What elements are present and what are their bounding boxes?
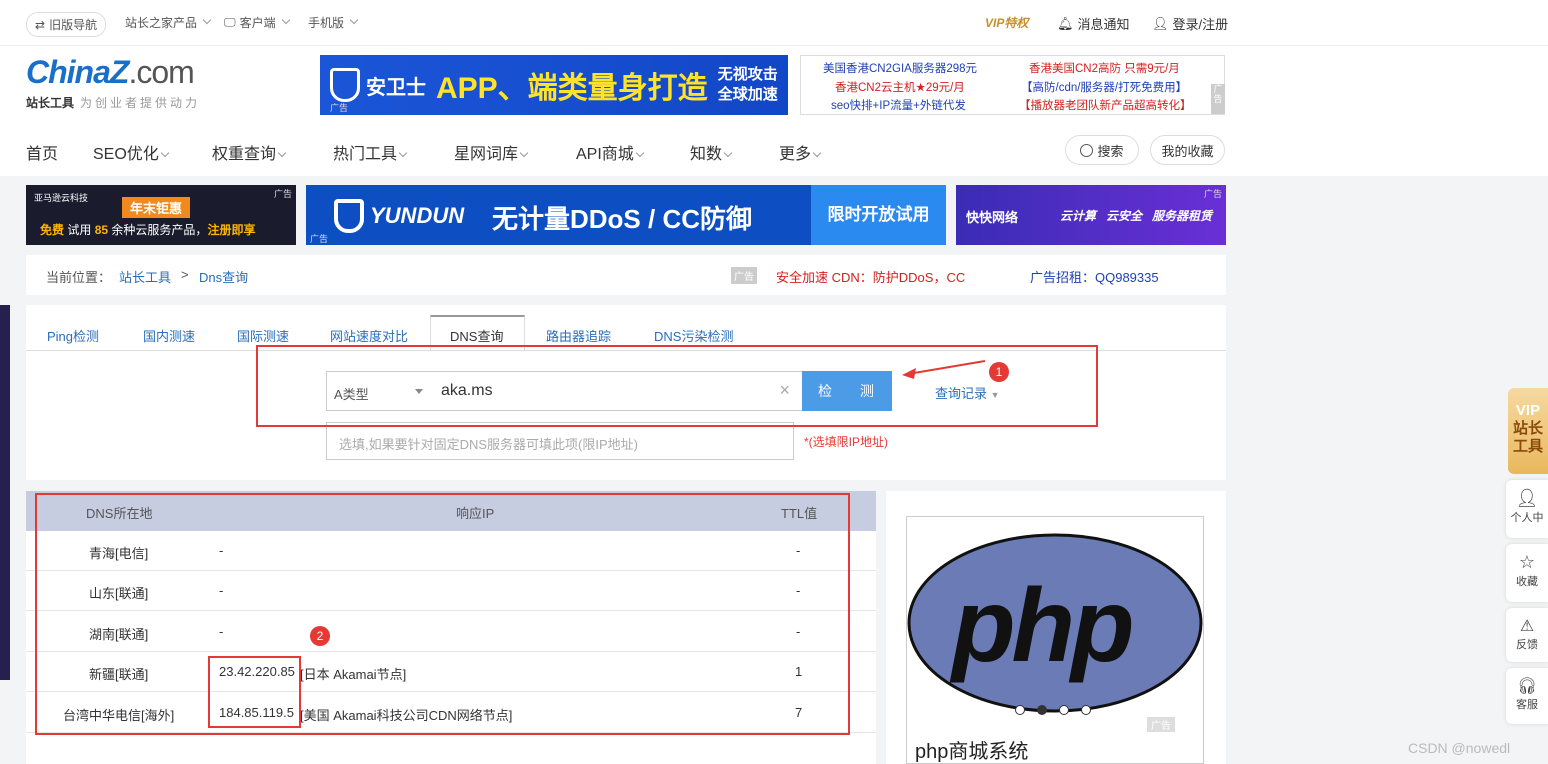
nav-home[interactable]: 首页 bbox=[26, 140, 58, 164]
products-menu[interactable]: 站长之家产品 bbox=[125, 14, 212, 31]
mobile-menu[interactable]: 手机版 bbox=[308, 14, 359, 31]
chevron-down-icon bbox=[277, 148, 287, 158]
banner-aws[interactable]: 亚马逊云科技 年末钜惠 免费 试用 85 余种云服务产品，注册即享 广告 bbox=[26, 185, 296, 245]
annotation-badge-1: 1 bbox=[989, 362, 1009, 382]
login-link[interactable]: 👤︎ 登录/注册 bbox=[1152, 14, 1228, 33]
nav-api[interactable]: API商城 bbox=[576, 140, 645, 164]
nav-seo[interactable]: SEO优化 bbox=[93, 140, 170, 164]
carousel-dots[interactable] bbox=[1015, 705, 1091, 715]
dns-server-input[interactable]: 选填,如果要针对固定DNS服务器可填此项(限IP地址) bbox=[326, 422, 794, 460]
old-nav-button[interactable]: ⇄ 旧版导航 bbox=[26, 12, 107, 37]
alert-icon: ⚠︎ bbox=[1519, 618, 1535, 635]
nav-zhishu[interactable]: 知数 bbox=[690, 140, 733, 164]
search-icon bbox=[1080, 143, 1094, 157]
side-ad-caption: php商城系统 bbox=[915, 741, 1029, 763]
cdn-ad-link[interactable]: 安全加速 CDN：防护DDoS，CC bbox=[776, 267, 965, 286]
chevron-down-icon bbox=[723, 148, 733, 158]
chevron-down-icon bbox=[281, 15, 290, 24]
annotation-box-ip bbox=[208, 656, 301, 728]
text-ad-6[interactable]: 【播放器老团队新产品超高转化】 bbox=[1019, 97, 1192, 113]
chevron-down-icon bbox=[202, 15, 212, 24]
star-icon: ☆ bbox=[1518, 552, 1536, 572]
site-logo[interactable]: ChinaZ.com bbox=[26, 54, 195, 91]
vip-link[interactable]: VIP特权 bbox=[985, 14, 1028, 31]
arrow-annotation-icon bbox=[902, 360, 986, 379]
nav-words[interactable]: 星网词库 bbox=[454, 140, 529, 164]
feedback-button[interactable]: ⚠︎ 反馈 bbox=[1506, 608, 1548, 662]
swap-icon: ⇄ bbox=[35, 17, 46, 32]
chevron-down-icon bbox=[519, 148, 529, 158]
client-menu[interactable]: 🖵 客户端 bbox=[224, 14, 290, 31]
tab-domestic-speed[interactable]: 国内测速 bbox=[143, 326, 195, 345]
nav-weight[interactable]: 权重查询 bbox=[212, 140, 287, 164]
text-ad-2[interactable]: 香港美国CN2高防 只需9元/月 bbox=[1029, 60, 1180, 76]
annotation-badge-2: 2 bbox=[310, 626, 330, 646]
tab-ping[interactable]: Ping检测 bbox=[47, 326, 99, 345]
annotation-box-2 bbox=[35, 493, 850, 735]
recruit-ad-link[interactable]: 广告招租：QQ989335 bbox=[1030, 267, 1159, 286]
notify-link[interactable]: 🔔︎ 消息通知 bbox=[1057, 14, 1130, 33]
favorite-button[interactable]: ☆ 收藏 bbox=[1506, 544, 1548, 602]
tab-traceroute[interactable]: 路由器追踪 bbox=[546, 326, 611, 345]
user-icon: 👤︎ bbox=[1152, 15, 1169, 31]
banner-yundun[interactable]: YUNDUN 无计量DDoS / CC防御 限时开放试用 广告 bbox=[306, 185, 946, 245]
left-ad-strip bbox=[0, 305, 10, 680]
personal-center-button[interactable]: 👤︎ 个人中 bbox=[1506, 480, 1548, 538]
text-ad-3[interactable]: 香港CN2云主机★29元/月 bbox=[835, 79, 965, 95]
tab-speed-compare[interactable]: 网站速度对比 bbox=[330, 326, 408, 345]
chevron-down-icon bbox=[812, 148, 822, 158]
logo-tagline: 站长工具 为创业者提供动力 bbox=[26, 96, 201, 110]
favorites-button[interactable]: 我的收藏 bbox=[1150, 135, 1225, 165]
text-ad-1[interactable]: 美国香港CN2GIA服务器298元 bbox=[823, 60, 977, 76]
bell-icon: 🔔︎ bbox=[1057, 15, 1074, 31]
text-ad-5[interactable]: seo快排+IP流量+外链代发 bbox=[831, 97, 966, 113]
chevron-down-icon bbox=[160, 148, 170, 158]
dns-hint: *(选填限IP地址) bbox=[804, 435, 889, 449]
tab-dns-query[interactable]: DNS查询 bbox=[450, 326, 503, 345]
chevron-down-icon bbox=[349, 15, 359, 24]
watermark: CSDN @nowedl bbox=[1408, 740, 1511, 756]
side-ad[interactable]: php 广告 php商城系统 bbox=[886, 491, 1226, 764]
vip-float[interactable]: VIP 站长 工具 bbox=[1508, 388, 1548, 474]
banner-anweishi[interactable]: 安卫士 APP、端类量身打造 无视攻击 全球加速 广告 bbox=[320, 55, 788, 115]
headset-icon: 🎧︎ bbox=[1516, 678, 1538, 695]
search-button[interactable]: 搜索 bbox=[1065, 135, 1139, 165]
text-ad-4[interactable]: 【高防/cdn/服务器/打死免费用】 bbox=[1021, 79, 1187, 95]
user-icon: 👤︎ bbox=[1515, 488, 1539, 508]
breadcrumb: 当前位置： 站长工具 > Dns查询 广告 安全加速 CDN：防护DDoS，CC… bbox=[26, 255, 1226, 295]
breadcrumb-current[interactable]: Dns查询 bbox=[199, 267, 248, 286]
tab-dns-pollution[interactable]: DNS污染检测 bbox=[654, 326, 733, 345]
chevron-down-icon bbox=[635, 148, 645, 158]
breadcrumb-root[interactable]: 站长工具 bbox=[119, 267, 171, 286]
shield-icon bbox=[334, 199, 364, 233]
nav-hot[interactable]: 热门工具 bbox=[333, 140, 408, 164]
tab-intl-speed[interactable]: 国际测速 bbox=[237, 326, 289, 345]
shield-icon bbox=[330, 68, 360, 102]
nav-more[interactable]: 更多 bbox=[779, 140, 822, 164]
banner-kuaikuai[interactable]: 快快网络 云计算 云安全 服务器租赁 广告 bbox=[956, 185, 1226, 245]
text-ads: 美国香港CN2GIA服务器298元 香港美国CN2高防 只需9元/月 香港CN2… bbox=[800, 55, 1225, 115]
monitor-icon: 🖵 bbox=[224, 15, 236, 29]
chevron-down-icon bbox=[398, 148, 408, 158]
service-button[interactable]: 🎧︎ 客服 bbox=[1506, 668, 1548, 724]
